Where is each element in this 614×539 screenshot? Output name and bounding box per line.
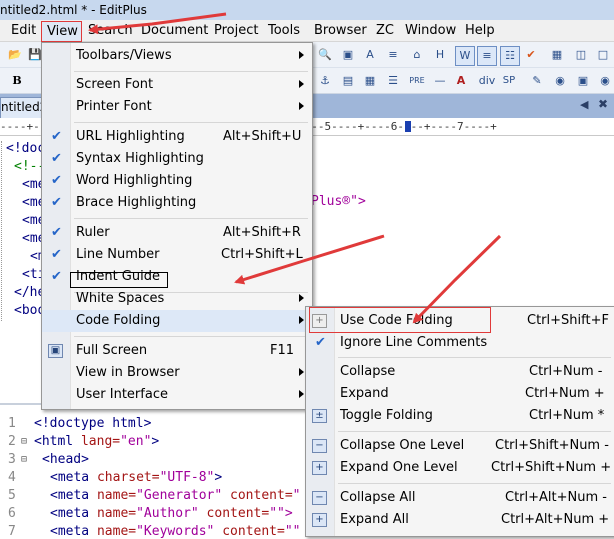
arrow-to-use-code-folding [412,234,502,324]
arrow-to-view-menu [88,12,227,35]
annotation-arrows [88,12,502,324]
arrow-to-indent-guide [234,234,385,285]
